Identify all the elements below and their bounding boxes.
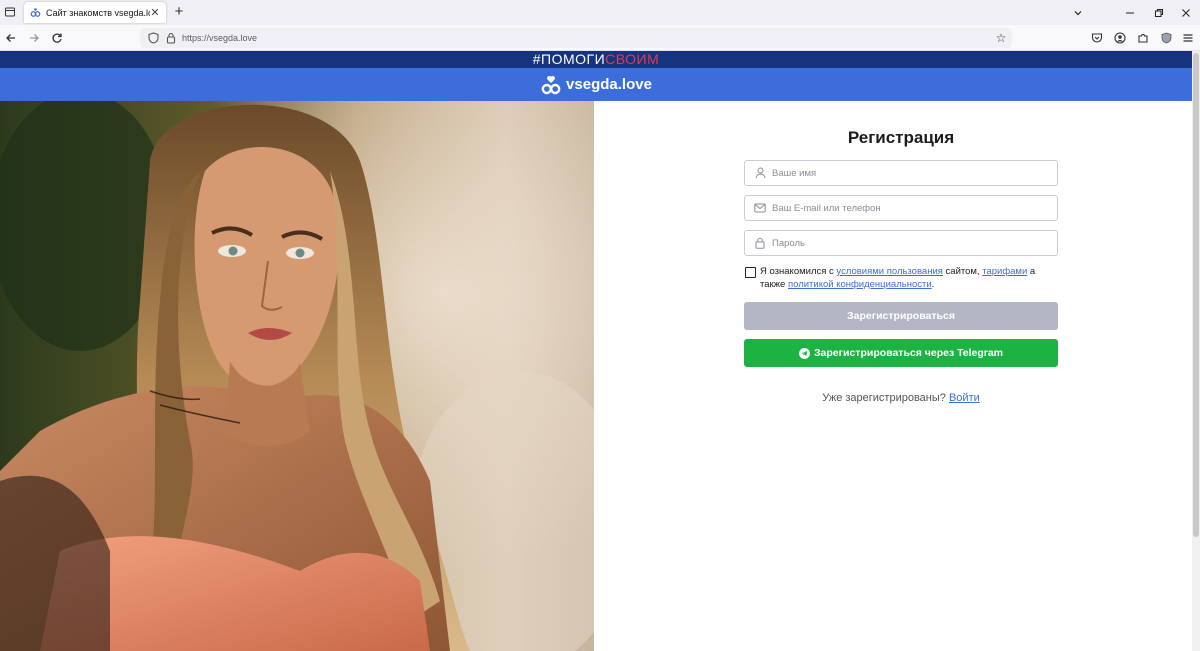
browser-tab-active[interactable]: Сайт знакомств vsegda.love ✕ <box>24 2 166 23</box>
login-prompt: Уже зарегистрированы? Войти <box>744 392 1058 404</box>
tab-overflow-chevron-icon[interactable] <box>1058 0 1098 25</box>
promo-banner[interactable]: #ПОМОГИСВОИМ <box>0 51 1192 68</box>
site-favicon-icon <box>30 7 41 18</box>
brand-name: vsegda.love <box>566 76 652 93</box>
bookmark-star-icon[interactable]: ☆ <box>994 31 1008 45</box>
register-button-label: Зарегистрироваться <box>847 310 955 322</box>
site-header: vsegda.love <box>0 68 1192 101</box>
password-field[interactable] <box>744 230 1058 256</box>
contact-input[interactable] <box>772 202 1052 214</box>
pocket-icon[interactable] <box>1089 30 1105 46</box>
terms-checkbox[interactable] <box>745 267 756 278</box>
tracking-shield-icon[interactable] <box>146 31 160 45</box>
woman-portrait-image <box>0 101 594 651</box>
forward-arrow-icon[interactable] <box>25 29 43 47</box>
url-text[interactable]: https://vsegda.love <box>182 33 257 43</box>
terms-agreement: Я ознакомился с условиями пользования са… <box>744 265 1058 291</box>
scrollbar-thumb[interactable] <box>1193 53 1199 537</box>
tariffs-link[interactable]: тарифами <box>982 266 1027 277</box>
login-link[interactable]: Войти <box>949 392 980 404</box>
lock-icon <box>753 236 767 250</box>
site-logo[interactable]: vsegda.love <box>540 74 652 96</box>
address-bar[interactable]: https://vsegda.love ☆ <box>140 28 1012 48</box>
registration-panel: Регистрация Я ознакомился с условиями по… <box>594 101 1192 651</box>
register-button[interactable]: Зарегистрироваться <box>744 302 1058 330</box>
privacy-shield-icon[interactable] <box>1158 30 1174 46</box>
user-icon <box>753 166 767 180</box>
agree-suffix: . <box>931 279 935 290</box>
account-icon[interactable] <box>1112 30 1128 46</box>
telegram-button-label: Зарегистрироваться через Telegram <box>813 347 1004 359</box>
browser-nav-bar: https://vsegda.love ☆ <box>0 25 1200 51</box>
telegram-register-button[interactable]: Зарегистрироваться через Telegram <box>744 339 1058 367</box>
already-registered-text: Уже зарегистрированы? <box>822 392 946 404</box>
page-scrollbar[interactable] <box>1192 51 1200 651</box>
browser-tab-bar: Сайт знакомств vsegda.love ✕ + <box>0 0 1200 25</box>
close-window-icon[interactable] <box>1166 0 1200 25</box>
contact-field[interactable] <box>744 195 1058 221</box>
tab-close-icon[interactable]: ✕ <box>150 6 160 19</box>
app-menu-icon[interactable] <box>1180 30 1196 46</box>
promo-text-part1: #ПОМОГИ <box>532 51 606 67</box>
agree-prefix: Я ознакомился с <box>760 266 837 277</box>
extensions-icon[interactable] <box>1135 30 1151 46</box>
new-tab-button[interactable]: + <box>171 3 187 21</box>
logo-heart-infinity-icon <box>541 75 561 94</box>
back-arrow-icon[interactable] <box>2 29 20 47</box>
hero-photo <box>0 101 594 651</box>
privacy-link[interactable]: политикой конфиденциальности <box>788 279 932 290</box>
reload-icon[interactable] <box>48 29 66 47</box>
name-field[interactable] <box>744 160 1058 186</box>
padlock-icon[interactable] <box>164 31 178 45</box>
tab-title: Сайт знакомств vsegda.love <box>46 7 150 18</box>
promo-text-part2: СВОИМ <box>605 51 660 67</box>
name-input[interactable] <box>772 167 1052 179</box>
telegram-icon <box>798 347 810 359</box>
terms-link[interactable]: условиями пользования <box>836 266 942 277</box>
envelope-icon <box>753 201 767 215</box>
password-input[interactable] <box>772 237 1052 249</box>
agree-mid: сайтом, <box>942 266 983 277</box>
tab-list-icon[interactable] <box>0 2 20 22</box>
form-title: Регистрация <box>847 128 955 147</box>
